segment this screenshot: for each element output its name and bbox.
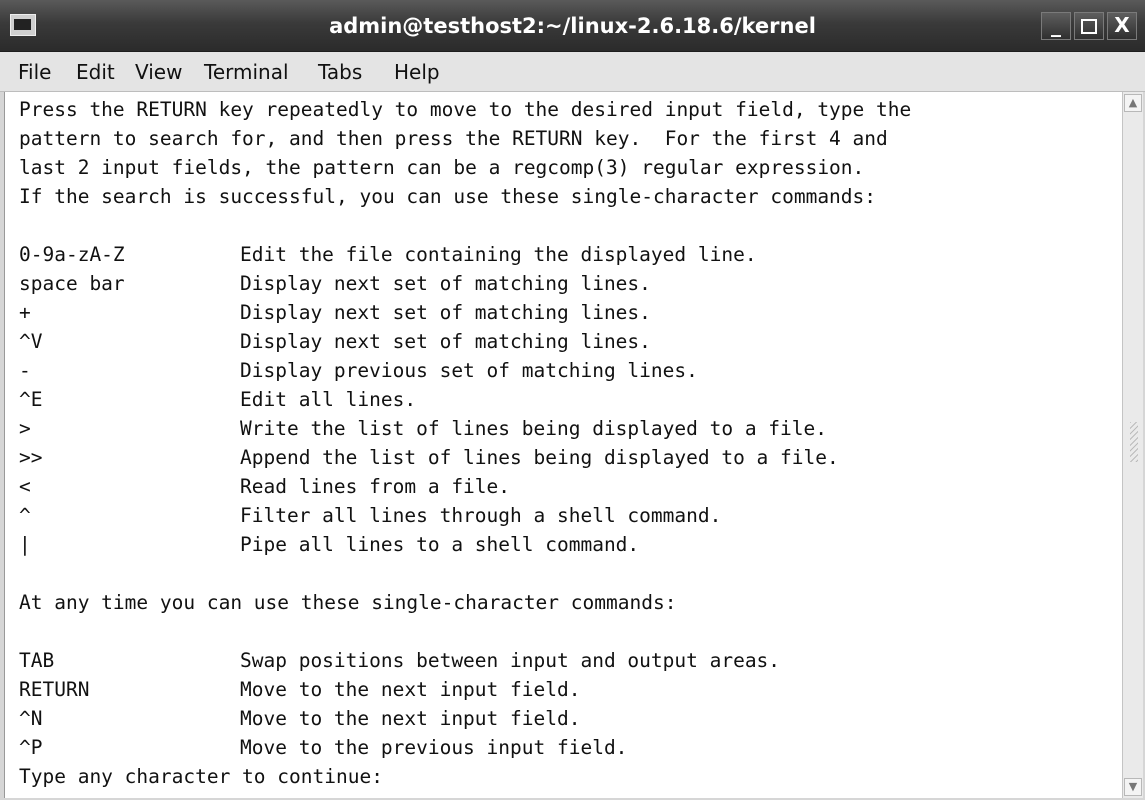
command-key: ^E (19, 388, 43, 411)
command-key: RETURN (19, 678, 90, 701)
command-desc: Display previous set of matching lines. (240, 359, 698, 382)
maximize-button[interactable] (1074, 12, 1104, 40)
menu-bar: File Edit View Terminal Tabs Help (0, 52, 1145, 92)
maximize-icon (1081, 19, 1097, 34)
command-desc: Move to the next input field. (240, 678, 581, 701)
command-key: ^P (19, 736, 43, 759)
command-desc: Edit all lines. (240, 388, 417, 411)
menu-edit[interactable]: Edit (76, 52, 115, 92)
terminal-window: admin@testhost2:~/linux-2.6.18.6/kernel … (0, 0, 1145, 800)
close-button[interactable]: X (1107, 12, 1137, 40)
scroll-grip-icon[interactable] (1130, 422, 1138, 462)
command-key: | (19, 533, 31, 556)
minimize-button[interactable]: _ (1041, 12, 1071, 40)
command-desc: Display next set of matching lines. (240, 272, 651, 295)
anytime-heading: At any time you can use these single-cha… (19, 591, 677, 614)
command-desc: Append the list of lines being displayed… (240, 446, 839, 469)
menu-help[interactable]: Help (394, 52, 440, 92)
terminal-output[interactable]: Press the RETURN key repeatedly to move … (4, 92, 1122, 798)
command-key: >> (19, 446, 43, 469)
command-key: - (19, 359, 31, 382)
intro-line: Press the RETURN key repeatedly to move … (19, 98, 912, 121)
menu-view[interactable]: View (135, 52, 182, 92)
command-key: space bar (19, 272, 125, 295)
command-desc: Swap positions between input and output … (240, 649, 781, 672)
command-key: ^ (19, 504, 31, 527)
vertical-scrollbar[interactable]: ▲ ▼ (1122, 92, 1143, 798)
menu-file[interactable]: File (18, 52, 51, 92)
scroll-up-arrow-icon[interactable]: ▲ (1124, 94, 1142, 112)
continue-prompt: Type any character to continue: (19, 765, 383, 788)
title-bar[interactable]: admin@testhost2:~/linux-2.6.18.6/kernel … (0, 0, 1145, 52)
command-desc: Edit the file containing the displayed l… (240, 243, 757, 266)
menu-terminal[interactable]: Terminal (204, 52, 289, 92)
command-key: ^V (19, 330, 43, 353)
command-desc: Filter all lines through a shell command… (240, 504, 722, 527)
intro-line: If the search is successful, you can use… (19, 185, 877, 208)
command-key: 0-9a-zA-Z (19, 243, 125, 266)
command-desc: Write the list of lines being displayed … (240, 417, 827, 440)
window-title: admin@testhost2:~/linux-2.6.18.6/kernel (329, 14, 816, 38)
command-key: TAB (19, 649, 55, 672)
command-desc: Pipe all lines to a shell command. (240, 533, 640, 556)
command-desc: Move to the previous input field. (240, 736, 628, 759)
intro-line: last 2 input fields, the pattern can be … (19, 156, 865, 179)
command-desc: Display next set of matching lines. (240, 301, 651, 324)
command-key: ^N (19, 707, 43, 730)
menu-tabs[interactable]: Tabs (318, 52, 362, 92)
command-desc: Display next set of matching lines. (240, 330, 651, 353)
command-desc: Read lines from a file. (240, 475, 511, 498)
intro-line: pattern to search for, and then press th… (19, 127, 888, 150)
scroll-down-arrow-icon[interactable]: ▼ (1124, 778, 1142, 796)
command-key: > (19, 417, 31, 440)
command-key: < (19, 475, 31, 498)
command-desc: Move to the next input field. (240, 707, 581, 730)
command-key: + (19, 301, 31, 324)
